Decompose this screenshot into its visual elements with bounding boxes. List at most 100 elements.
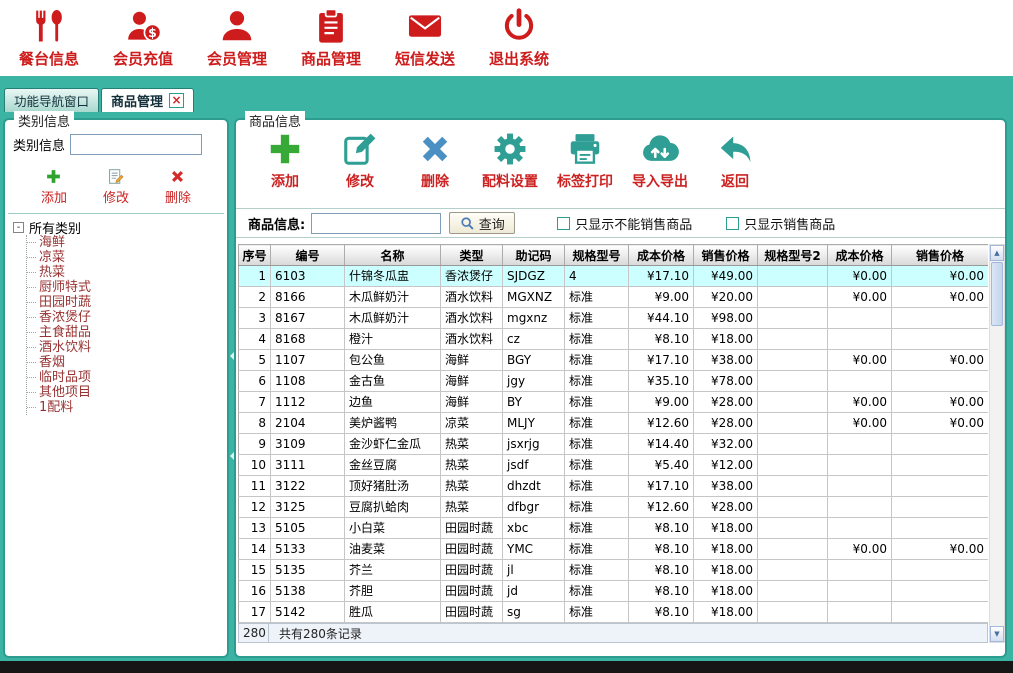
table-cell xyxy=(758,371,828,392)
tab-label: 商品管理 xyxy=(111,91,163,110)
category-panel: 类别信息 类别信息 添加修改删除 - 所有类别 海鲜凉菜热菜厨师特式田园时蔬香浓… xyxy=(3,118,229,658)
filter-sellable-checkbox[interactable]: 只显示销售商品 xyxy=(726,214,835,233)
column-header[interactable]: 成本价格 xyxy=(828,245,892,266)
table-cell: ¥0.00 xyxy=(828,413,892,434)
collapse-left-icon xyxy=(230,352,234,360)
column-header[interactable]: 编号 xyxy=(271,245,345,266)
tree-item[interactable]: 凉菜 xyxy=(27,250,91,265)
product-search-input[interactable] xyxy=(311,213,441,234)
query-button[interactable]: 查询 xyxy=(449,212,515,234)
table-row[interactable]: 155135芥兰田园时蔬jl标准¥8.10¥18.00 xyxy=(239,560,989,581)
import-export-icon xyxy=(641,130,679,168)
table-cell: ¥0.00 xyxy=(892,266,989,287)
category-add-button[interactable]: 添加 xyxy=(41,168,67,206)
table-cell: ¥0.00 xyxy=(828,350,892,371)
tree-item[interactable]: 厨师特式 xyxy=(27,280,91,295)
toolbar-label-print-button[interactable]: 标签打印 xyxy=(548,130,622,191)
column-header[interactable]: 成本价格 xyxy=(629,245,694,266)
table-cell: 6103 xyxy=(271,266,345,287)
column-header[interactable]: 助记码 xyxy=(503,245,565,266)
table-cell: dfbgr xyxy=(503,497,565,518)
tree-root[interactable]: - 所有类别 xyxy=(13,220,91,235)
tree-item[interactable]: 其他项目 xyxy=(27,385,91,400)
column-header[interactable]: 类型 xyxy=(441,245,503,266)
table-row[interactable]: 61108金古鱼海鲜jgy标准¥35.10¥78.00 xyxy=(239,371,989,392)
table-cell: ¥0.00 xyxy=(892,350,989,371)
toolbar-ingredient-settings-button[interactable]: 配料设置 xyxy=(473,130,547,191)
column-header[interactable]: 销售价格 xyxy=(892,245,989,266)
toolbar-back-button[interactable]: 返回 xyxy=(698,130,772,191)
table-row[interactable]: 51107包公鱼海鲜BGY标准¥17.10¥38.00¥0.00¥0.00 xyxy=(239,350,989,371)
nav-item-exit-system[interactable]: 退出系统 xyxy=(476,7,562,69)
toolbar-delete-button[interactable]: 删除 xyxy=(398,130,472,191)
toolbar-import-export-button[interactable]: 导入导出 xyxy=(623,130,697,191)
table-row[interactable]: 82104美炉酱鸭凉菜MLJY标准¥12.60¥28.00¥0.00¥0.00 xyxy=(239,413,989,434)
table-row[interactable]: 103111金丝豆腐热菜jsdf标准¥5.40¥12.00 xyxy=(239,455,989,476)
tree-item[interactable]: 主食甜品 xyxy=(27,325,91,340)
table-row[interactable]: 145133油麦菜田园时蔬YMC标准¥8.10¥18.00¥0.00¥0.00 xyxy=(239,539,989,560)
tab-close-button[interactable]: × xyxy=(169,93,184,108)
column-header[interactable]: 序号 xyxy=(239,245,271,266)
category-delete-button[interactable]: 删除 xyxy=(165,168,191,206)
toolbar-add-button[interactable]: 添加 xyxy=(248,130,322,191)
table-row[interactable]: 48168橙汁酒水饮料cz标准¥8.10¥18.00 xyxy=(239,329,989,350)
table-cell xyxy=(892,581,989,602)
nav-item-product-manage[interactable]: 商品管理 xyxy=(288,7,374,69)
scroll-down-button[interactable]: ▼ xyxy=(990,626,1004,642)
filter-unsellable-checkbox[interactable]: 只显示不能销售商品 xyxy=(557,214,692,233)
tree-item[interactable]: 酒水饮料 xyxy=(27,340,91,355)
tree-item[interactable]: 香浓煲仔 xyxy=(27,310,91,325)
table-row[interactable]: 71112边鱼海鲜BY标准¥9.00¥28.00¥0.00¥0.00 xyxy=(239,392,989,413)
table-cell xyxy=(892,329,989,350)
tree-item[interactable]: 田园时蔬 xyxy=(27,295,91,310)
tree-item[interactable]: 香烟 xyxy=(27,355,91,370)
tree-item[interactable]: 临时品项 xyxy=(27,370,91,385)
nav-item-member-manage[interactable]: 会员管理 xyxy=(194,7,280,69)
product-table: 序号编号名称类型助记码规格型号成本价格销售价格规格型号2成本价格销售价格1610… xyxy=(238,244,988,623)
product-toolbar: 添加修改删除配料设置标签打印导入导出返回 xyxy=(248,130,772,191)
column-header[interactable]: 销售价格 xyxy=(694,245,758,266)
search-row: 商品信息: 查询 只显示不能销售商品 只显示销售商品 xyxy=(236,208,1005,238)
table-row[interactable]: 165138芥胆田园时蔬jd标准¥8.10¥18.00 xyxy=(239,581,989,602)
table-row[interactable]: 16103什锦冬瓜盅香浓煲仔SJDGZ4¥17.10¥49.00¥0.00¥0.… xyxy=(239,266,989,287)
tree-item[interactable]: 海鲜 xyxy=(27,235,91,250)
table-cell xyxy=(892,602,989,623)
table-row[interactable]: 175142胜瓜田园时蔬sg标准¥8.10¥18.00 xyxy=(239,602,989,623)
tab-product-manage[interactable]: 商品管理 × xyxy=(101,88,194,112)
table-row[interactable]: 135105小白菜田园时蔬xbc标准¥8.10¥18.00 xyxy=(239,518,989,539)
table-cell: 标准 xyxy=(565,308,629,329)
scroll-up-button[interactable]: ▲ xyxy=(990,245,1004,261)
table-cell: 4 xyxy=(565,266,629,287)
category-edit-button[interactable]: 修改 xyxy=(103,168,129,206)
svg-text:$: $ xyxy=(148,25,157,40)
table-cell: 8 xyxy=(239,413,271,434)
table-row[interactable]: 123125豆腐扒蛤肉热菜dfbgr标准¥12.60¥28.00 xyxy=(239,497,989,518)
table-cell: ¥9.00 xyxy=(629,287,694,308)
nav-item-member-recharge[interactable]: $会员充值 xyxy=(100,7,186,69)
table-row[interactable]: 113122顶好猪肚汤热菜dhzdt标准¥17.10¥38.00 xyxy=(239,476,989,497)
toolbar-edit-button[interactable]: 修改 xyxy=(323,130,397,191)
table-cell: jsdf xyxy=(503,455,565,476)
nav-item-label: 餐台信息 xyxy=(19,48,79,69)
column-header[interactable]: 名称 xyxy=(345,245,441,266)
collapse-icon[interactable]: - xyxy=(13,222,24,233)
table-row[interactable]: 38167木瓜鲜奶汁酒水饮料mgxnz标准¥44.10¥98.00 xyxy=(239,308,989,329)
table-row[interactable]: 28166木瓜鲜奶汁酒水饮料MGXNZ标准¥9.00¥20.00¥0.00¥0.… xyxy=(239,287,989,308)
nav-item-table-info[interactable]: 餐台信息 xyxy=(6,7,92,69)
tab-nav-window[interactable]: 功能导航窗口 xyxy=(4,88,99,112)
checkbox-icon xyxy=(726,217,739,230)
scroll-thumb[interactable] xyxy=(991,262,1003,326)
doc-edit-icon xyxy=(107,168,124,185)
table-cell: 8168 xyxy=(271,329,345,350)
table-row[interactable]: 93109金沙虾仁金瓜热菜jsxrjg标准¥14.40¥32.00 xyxy=(239,434,989,455)
vertical-scrollbar[interactable]: ▲ ▼ xyxy=(989,244,1005,643)
tree-item[interactable]: 热菜 xyxy=(27,265,91,280)
table-cell xyxy=(758,392,828,413)
tree-item[interactable]: 1配料 xyxy=(27,400,91,415)
column-header[interactable]: 规格型号2 xyxy=(758,245,828,266)
nav-item-sms-send[interactable]: 短信发送 xyxy=(382,7,468,69)
category-buttons: 添加修改删除 xyxy=(5,168,227,206)
category-input[interactable] xyxy=(70,134,202,155)
table-cell xyxy=(892,371,989,392)
column-header[interactable]: 规格型号 xyxy=(565,245,629,266)
